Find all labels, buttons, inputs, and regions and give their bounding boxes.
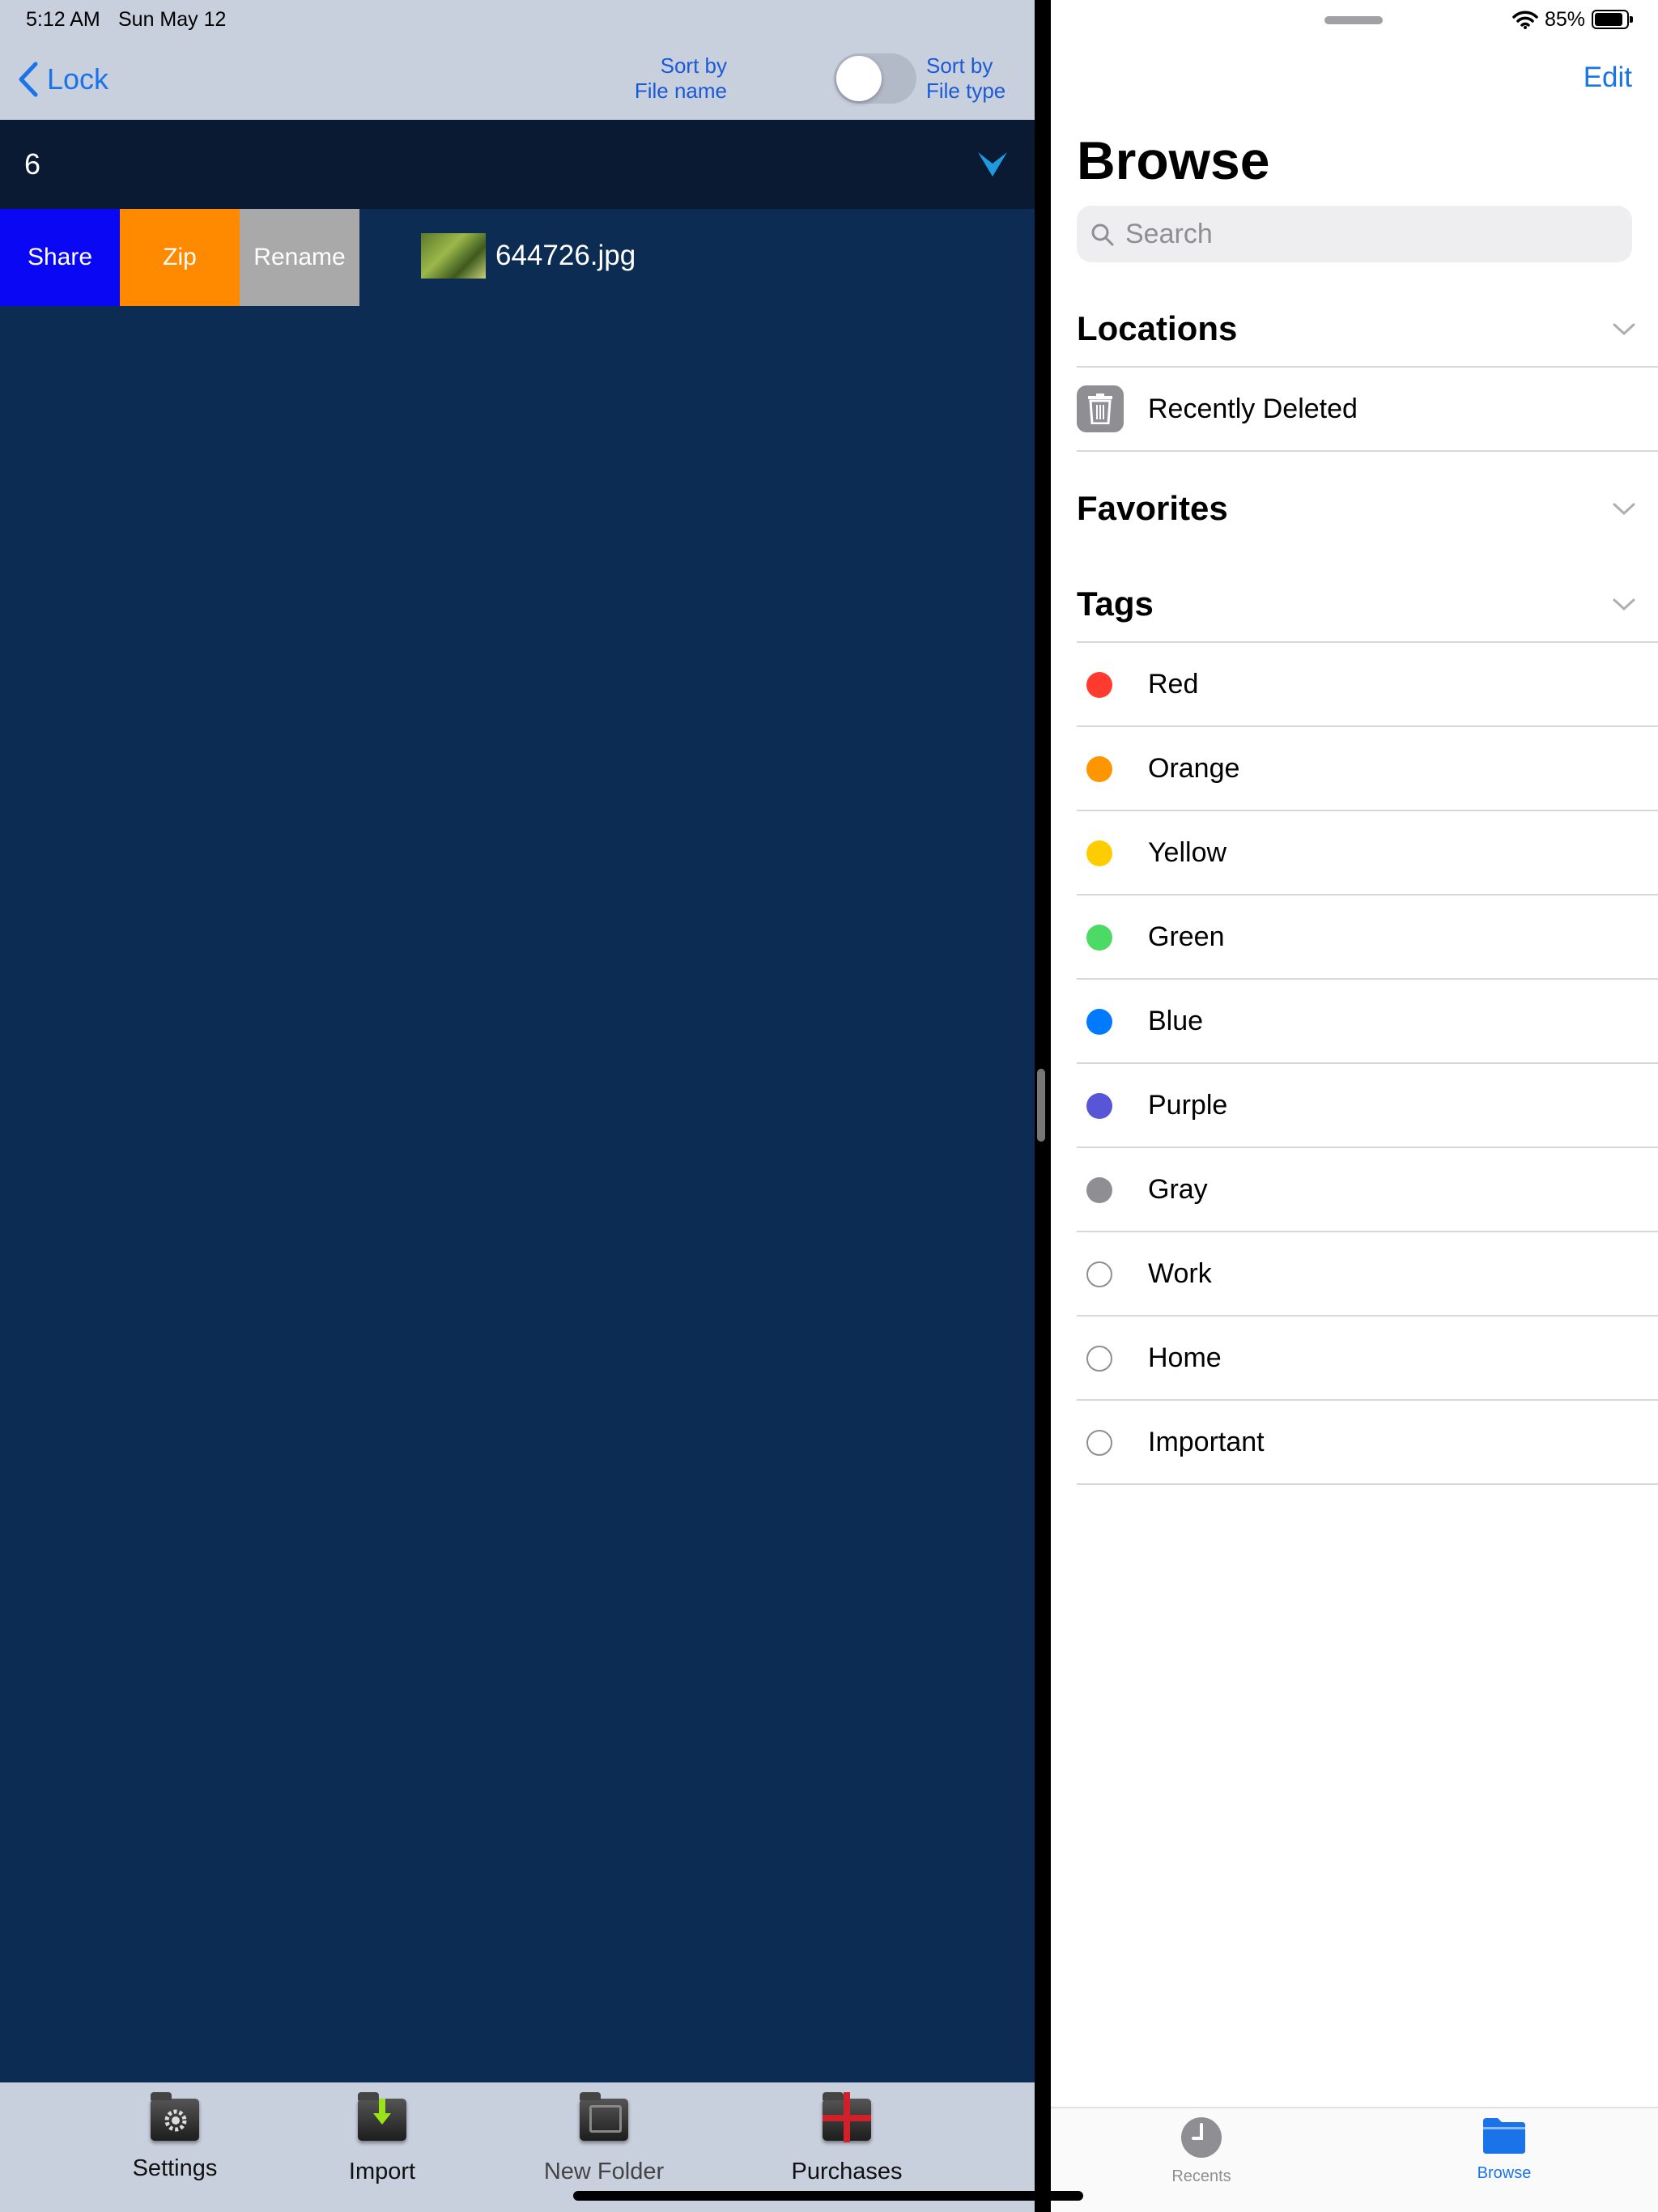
settings-folder-icon [149,2092,201,2144]
tab-purchases[interactable]: Purchases [766,2092,928,2185]
tag-color-dot [1086,1430,1112,1456]
chevron-down-icon[interactable] [1613,598,1635,612]
tag-label: Home [1148,1342,1222,1373]
status-time: 5:12 AM [26,8,100,31]
file-manager-pane: 5:12 AM Sun May 12 Lock Sort by File nam… [0,0,1035,2212]
search-placeholder: Search [1125,219,1213,249]
tab-recents[interactable]: Recents [1137,2116,1266,2186]
tag-color-dot [1086,1261,1112,1287]
sort-right-line1: Sort by [926,53,993,78]
sort-left-line2: File name [634,79,727,103]
tag-color-dot [1086,925,1112,951]
tag-row-red[interactable]: Red [1077,643,1658,727]
sort-left-line1: Sort by [660,53,727,78]
sort-right-line2: File type [926,79,1006,103]
toggle-knob [836,56,882,101]
tag-color-dot [1086,672,1112,698]
tag-color-dot [1086,756,1112,782]
sort-by-file-type-label: Sort by File type [926,53,1005,104]
multitasking-grabber[interactable] [1324,16,1383,24]
chevron-down-icon[interactable] [1613,502,1635,517]
tab-label: Import [348,2159,416,2184]
tab-label: Purchases [791,2159,903,2184]
share-button[interactable]: Share [0,209,120,306]
tab-label: Settings [132,2155,218,2181]
page-title: Browse [1077,130,1270,190]
location-recently-deleted[interactable]: Recently Deleted [1077,368,1658,452]
search-field[interactable]: Search [1077,206,1632,262]
split-view-handle[interactable] [1037,1069,1045,1142]
chevron-down-icon[interactable] [1613,322,1635,337]
tag-row-orange[interactable]: Orange [1077,727,1658,811]
sort-by-file-name-label: Sort by File name [635,53,727,104]
files-browse-pane: 85% Edit Browse Search Locations Recentl… [1051,0,1658,2212]
rename-button[interactable]: Rename [240,209,359,306]
battery-percent: 85% [1545,8,1586,31]
tag-label: Red [1148,669,1199,700]
section-locations[interactable]: Locations [1077,309,1237,348]
tag-label: Yellow [1148,837,1227,868]
status-date: Sun May 12 [118,8,227,31]
tab-import[interactable]: Import [301,2092,463,2185]
tag-row-green[interactable]: Green [1077,895,1658,980]
tag-row-gray[interactable]: Gray [1077,1148,1658,1232]
tab-label: Browse [1477,2164,1532,2182]
tag-label: Purple [1148,1090,1228,1121]
tab-label: New Folder [543,2159,665,2184]
back-label: Lock [47,62,109,96]
edit-button[interactable]: Edit [1584,62,1632,94]
new-folder-icon [578,2092,630,2144]
image-thumbnail [421,233,486,279]
tab-settings[interactable]: Settings [94,2092,256,2182]
trash-icon [1077,385,1124,432]
section-favorites[interactable]: Favorites [1077,489,1228,528]
tag-color-dot [1086,1009,1112,1035]
folder-count: 6 [24,147,41,181]
tag-label: Gray [1148,1174,1208,1205]
tag-row-home[interactable]: Home [1077,1317,1658,1401]
sort-toggle[interactable] [834,53,916,104]
file-row[interactable]: Share Zip Rename 644726.jpg [0,209,1035,306]
tag-label: Green [1148,921,1225,952]
tab-label: Recents [1171,2167,1231,2185]
tag-label: Work [1148,1258,1212,1289]
back-lock-button[interactable]: Lock [18,58,108,100]
purchases-folder-icon [821,2092,873,2144]
tag-row-important[interactable]: Important [1077,1401,1658,1485]
tag-color-dot [1086,1346,1112,1372]
tag-row-purple[interactable]: Purple [1077,1064,1658,1148]
location-label: Recently Deleted [1148,393,1358,424]
tag-label: Orange [1148,753,1240,784]
chevron-down-icon[interactable] [976,149,1009,180]
tag-label: Blue [1148,1006,1204,1036]
import-folder-icon [356,2092,408,2144]
tag-label: Important [1148,1427,1265,1457]
home-indicator[interactable] [573,2191,1083,2201]
tag-color-dot [1086,1093,1112,1119]
zip-button[interactable]: Zip [120,209,240,306]
wifi-icon [1512,11,1538,29]
tag-color-dot [1086,840,1112,866]
chevron-left-icon [19,62,38,97]
folder-icon [1483,2118,1525,2154]
tab-new-folder[interactable]: New Folder [523,2092,685,2185]
right-tabbar: Recents Browse [1051,2107,1658,2212]
section-tags[interactable]: Tags [1077,585,1154,623]
search-icon [1091,223,1114,246]
tag-row-blue[interactable]: Blue [1077,980,1658,1064]
tag-row-work[interactable]: Work [1077,1232,1658,1317]
battery-icon [1592,10,1633,29]
tag-color-dot [1086,1177,1112,1203]
folder-header[interactable]: 6 [0,120,1035,209]
file-name: 644726.jpg [495,240,636,271]
left-navbar: 5:12 AM Sun May 12 Lock Sort by File nam… [0,0,1035,120]
tab-browse[interactable]: Browse [1439,2116,1569,2183]
tag-row-yellow[interactable]: Yellow [1077,811,1658,895]
clock-icon [1181,2117,1222,2158]
